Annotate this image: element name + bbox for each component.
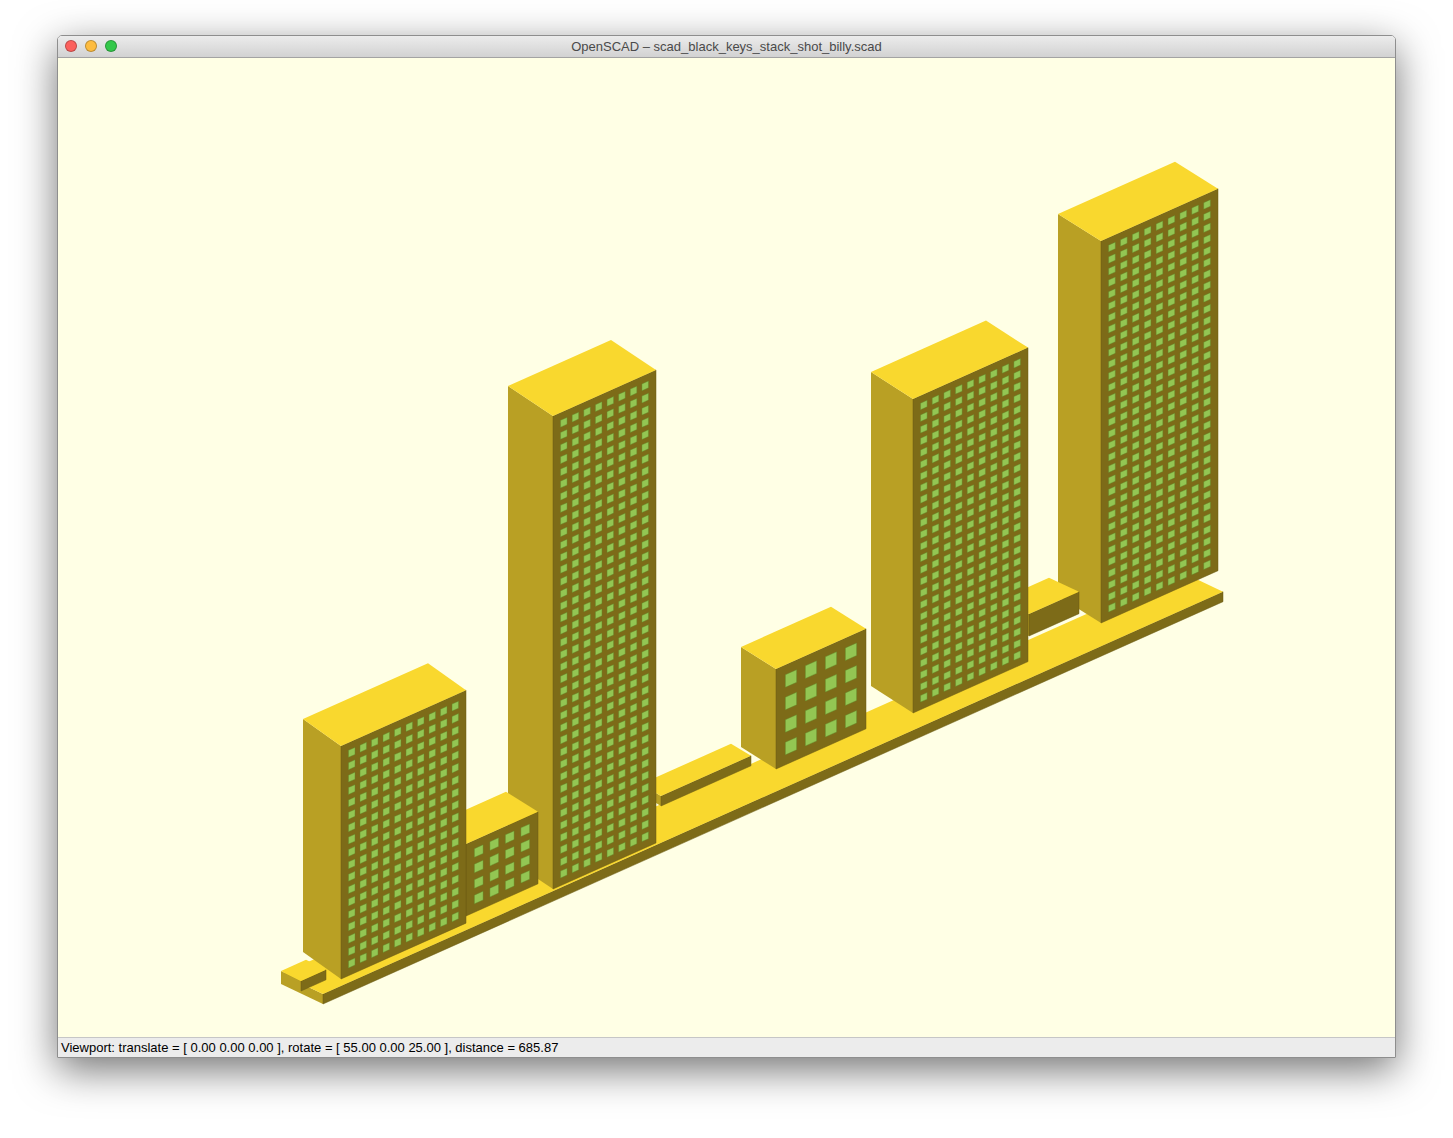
corner-step — [281, 960, 326, 991]
viewport[interactable] — [58, 58, 1395, 1037]
tower-6 — [1058, 162, 1218, 623]
desktop: OpenSCAD – scad_black_keys_stack_shot_bi… — [0, 0, 1453, 1138]
status-bar: Viewport: translate = [ 0.00 0.00 0.00 ]… — [58, 1037, 1395, 1057]
window-title: OpenSCAD – scad_black_keys_stack_shot_bi… — [571, 39, 881, 55]
tower-5 — [871, 321, 1028, 713]
window-button[interactable] — [105, 40, 117, 52]
tower-3 — [508, 340, 656, 889]
app-window: OpenSCAD – scad_black_keys_stack_shot_bi… — [57, 35, 1396, 1058]
window-button[interactable] — [85, 40, 97, 52]
status-text: Viewport: translate = [ 0.00 0.00 0.00 ]… — [61, 1040, 558, 1056]
window-button[interactable] — [65, 40, 77, 52]
tower-4 — [741, 607, 866, 769]
title-bar[interactable]: OpenSCAD – scad_black_keys_stack_shot_bi… — [58, 36, 1395, 58]
base-slab — [281, 572, 1223, 1004]
tower-1 — [303, 663, 466, 979]
model-render — [58, 58, 1395, 1037]
window-controls — [65, 40, 117, 52]
flat-slab — [641, 744, 751, 806]
